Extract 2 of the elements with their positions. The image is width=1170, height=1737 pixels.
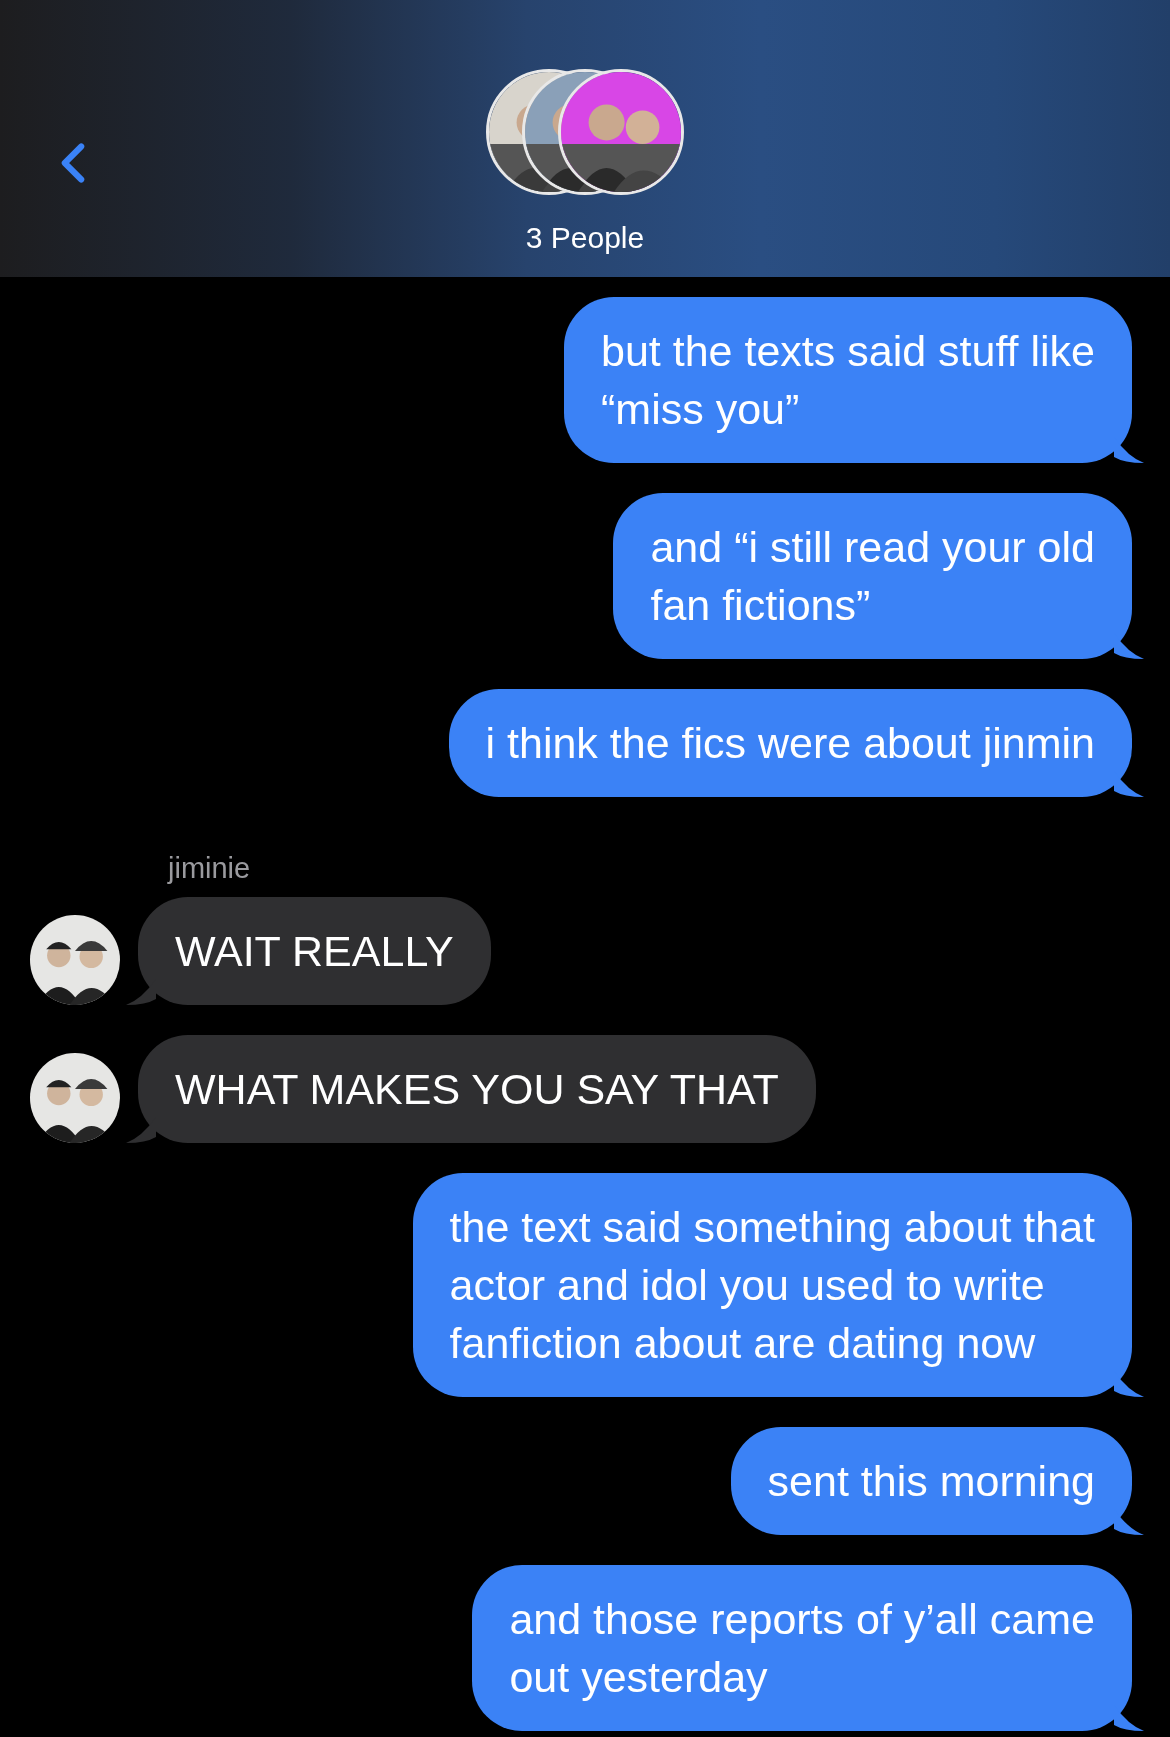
sender-name: jiminie xyxy=(168,852,252,885)
group-title: 3 People xyxy=(525,221,645,255)
